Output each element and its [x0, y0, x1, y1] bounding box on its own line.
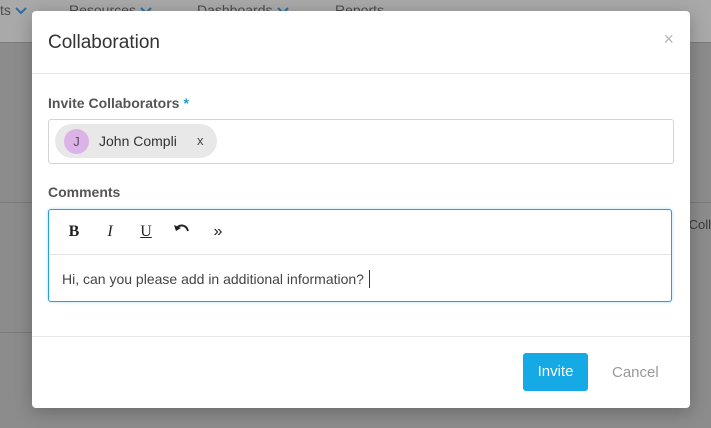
invite-button[interactable]: Invite — [523, 353, 588, 391]
blockquote-button[interactable]: » — [207, 221, 229, 243]
collaboration-modal: Collaboration × Invite Collaborators * J … — [32, 11, 690, 408]
bold-button[interactable]: B — [63, 221, 85, 243]
modal-title: Collaboration — [48, 32, 160, 53]
undo-icon — [174, 224, 189, 232]
underline-button[interactable]: U — [135, 221, 157, 243]
undo-icon[interactable] — [171, 221, 193, 243]
comments-editor[interactable]: B I U » Hi, can you please add in additi… — [48, 209, 672, 302]
background-divider — [0, 202, 32, 203]
collaborator-chip: J John Compli x — [55, 124, 217, 158]
background-divider — [690, 202, 711, 203]
invite-collaborators-input[interactable]: J John Compli x — [48, 119, 674, 164]
required-marker: * — [183, 95, 189, 111]
modal-header: Collaboration × — [32, 11, 690, 74]
italic-button[interactable]: I — [99, 221, 121, 243]
cancel-button[interactable]: Cancel — [612, 364, 659, 381]
background-side-text: Coll — [688, 217, 711, 232]
comments-label: Comments — [48, 184, 121, 200]
editor-toolbar: B I U » — [49, 210, 671, 255]
footer-divider — [32, 336, 690, 337]
invite-collaborators-label: Invite Collaborators * — [48, 95, 189, 111]
remove-collaborator-button[interactable]: x — [197, 133, 204, 148]
background-divider — [0, 332, 32, 333]
chevron-down-icon — [15, 7, 27, 15]
nav-item-partial: ts — [0, 2, 27, 18]
avatar: J — [64, 129, 89, 154]
collaborator-name: John Compli — [99, 133, 177, 149]
comment-text[interactable]: Hi, can you please add in additional inf… — [62, 270, 370, 288]
close-icon[interactable]: × — [663, 29, 674, 50]
text-caret — [368, 270, 370, 288]
